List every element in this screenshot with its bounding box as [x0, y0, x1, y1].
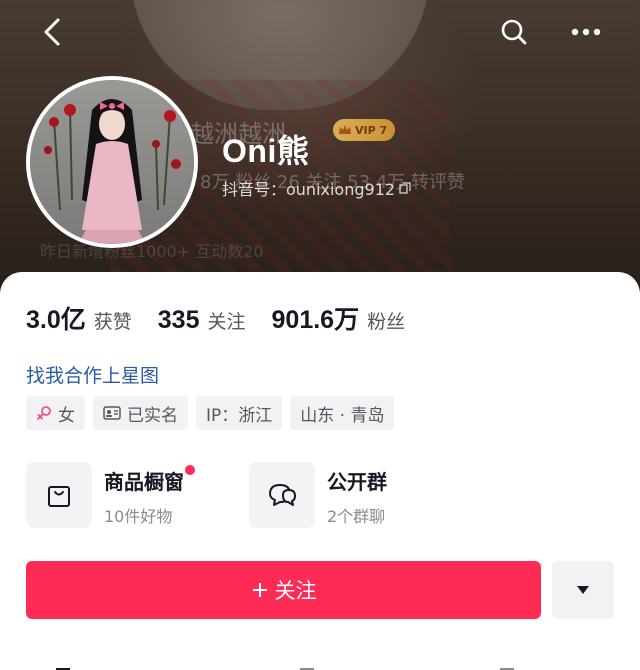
chevron-left-icon [44, 18, 60, 46]
shop-window-title-text: 商品橱窗 [104, 470, 184, 494]
group-chat-icon [269, 484, 296, 506]
stat-value: 335 [157, 306, 200, 334]
stat-followers[interactable]: 901.6万 粉丝 [272, 300, 406, 336]
banner-ghost-bottom: 昨日新增粉丝1000+ 互动数20 [40, 242, 264, 261]
vip-label: VIP 7 [355, 123, 388, 137]
shop-icon-box [26, 462, 92, 528]
female-icon [37, 406, 51, 420]
stat-value: 3.0亿 [26, 306, 86, 334]
stat-likes[interactable]: 3.0亿 获赞 [26, 300, 132, 336]
stats-row: 3.0亿 获赞 335 关注 901.6万 粉丝 [26, 300, 405, 336]
tag-verified: 已实名 [93, 396, 188, 430]
profile-card: 3.0亿 获赞 335 关注 901.6万 粉丝 找我合作上星图 女 已实名 I… [0, 272, 640, 670]
follow-label: 关注 [274, 579, 317, 603]
tab-bar-peek [0, 658, 640, 670]
triangle-down-icon [577, 586, 589, 594]
shop-window-entry[interactable]: 商品橱窗 10件好物 [26, 462, 195, 528]
public-group-entry[interactable]: 公开群 2个群聊 [249, 462, 387, 528]
avatar-portrait [30, 80, 194, 244]
more-options-button[interactable] [568, 14, 604, 50]
search-button[interactable] [496, 14, 532, 50]
tag-gender: 女 [26, 396, 85, 430]
tag-location: 山东 · 青岛 [290, 396, 395, 430]
tag-label: 女 [58, 405, 75, 426]
follow-button[interactable]: 关注 [26, 561, 541, 619]
shop-window-subtitle: 10件好物 [104, 507, 173, 526]
tag-label: 山东 · 青岛 [300, 405, 385, 426]
stat-label: 获赞 [93, 311, 132, 333]
public-group-subtitle: 2个群聊 [327, 507, 386, 526]
shop-window-title: 商品橱窗 [104, 465, 195, 495]
shopping-bag-icon [48, 486, 70, 507]
plus-icon [252, 583, 267, 597]
id-card-icon [103, 406, 121, 420]
xingtu-cooperation-link[interactable]: 找我合作上星图 [26, 361, 159, 388]
douyin-id-text: 抖音号：ounixiong912 [222, 180, 396, 199]
notification-dot [185, 465, 195, 475]
stat-label: 关注 [207, 311, 246, 333]
follow-more-dropdown[interactable] [552, 561, 614, 619]
crown-icon [339, 125, 351, 134]
stat-following[interactable]: 335 关注 [158, 306, 246, 335]
more-dots-icon [571, 28, 601, 36]
tag-ip: IP：浙江 [196, 396, 283, 430]
tag-label: 已实名 [127, 405, 178, 426]
vip-badge[interactable]: VIP 7 [333, 119, 396, 141]
group-icon-box [249, 462, 315, 528]
public-group-title: 公开群 [327, 470, 387, 494]
profile-tags: 女 已实名 IP：浙江 山东 · 青岛 [26, 396, 395, 430]
stat-label: 粉丝 [367, 311, 406, 333]
tag-label: IP：浙江 [206, 405, 273, 426]
douyin-id-row[interactable]: 抖音号：ounixiong912 [222, 176, 411, 200]
avatar[interactable] [26, 76, 198, 248]
search-icon [501, 19, 527, 45]
display-name: Oni熊 [222, 133, 310, 169]
copy-icon[interactable] [399, 182, 411, 194]
back-button[interactable] [34, 14, 70, 50]
stat-value: 901.6万 [271, 306, 360, 334]
